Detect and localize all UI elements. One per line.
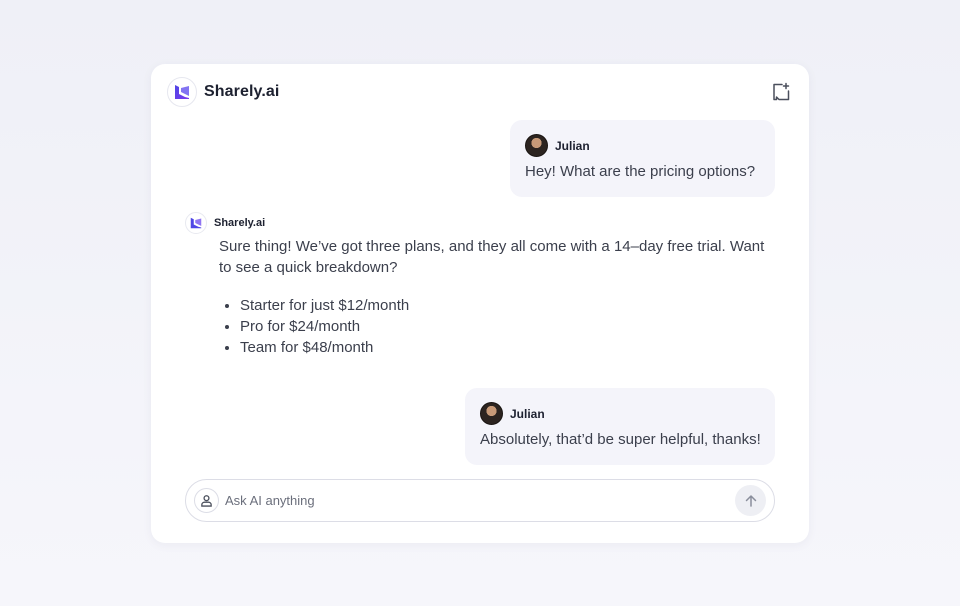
list-item: Starter for just $12/month [240, 295, 779, 316]
brand-name: Sharely.ai [204, 83, 280, 100]
ask-ai-input[interactable] [225, 493, 735, 508]
sender-name: Julian [555, 138, 590, 153]
list-item: Team for $48/month [240, 337, 779, 358]
avatar [480, 402, 503, 425]
user-message: Julian Absolutely, that’d be super helpf… [465, 388, 775, 465]
sender-name: Sharely.ai [214, 217, 266, 229]
list-item: Pro for $24/month [240, 316, 779, 337]
message-text: Sure thing! We’ve got three plans, and t… [219, 238, 765, 276]
sender-name: Julian [510, 406, 545, 421]
message-text: Hey! What are the pricing options? [525, 163, 756, 180]
assistant-message: Sharely.ai Sure thing! We’ve got three p… [185, 212, 785, 358]
chat-card: Sharely.ai Julian Hey! What are the pric… [151, 64, 809, 543]
user-message: Julian Hey! What are the pricing options… [510, 120, 775, 197]
send-button[interactable] [735, 485, 766, 516]
chat-header: Sharely.ai [167, 76, 791, 108]
message-text: Absolutely, that’d be super helpful, tha… [480, 431, 761, 448]
sharely-logo-icon [185, 212, 207, 234]
composer [185, 479, 775, 522]
pricing-list: Starter for just $12/month Pro for $24/m… [219, 295, 779, 358]
new-chat-icon[interactable] [771, 82, 791, 102]
sharely-logo-icon [167, 77, 197, 107]
avatar [525, 134, 548, 157]
user-icon[interactable] [194, 488, 219, 513]
arrow-up-icon [745, 494, 756, 507]
